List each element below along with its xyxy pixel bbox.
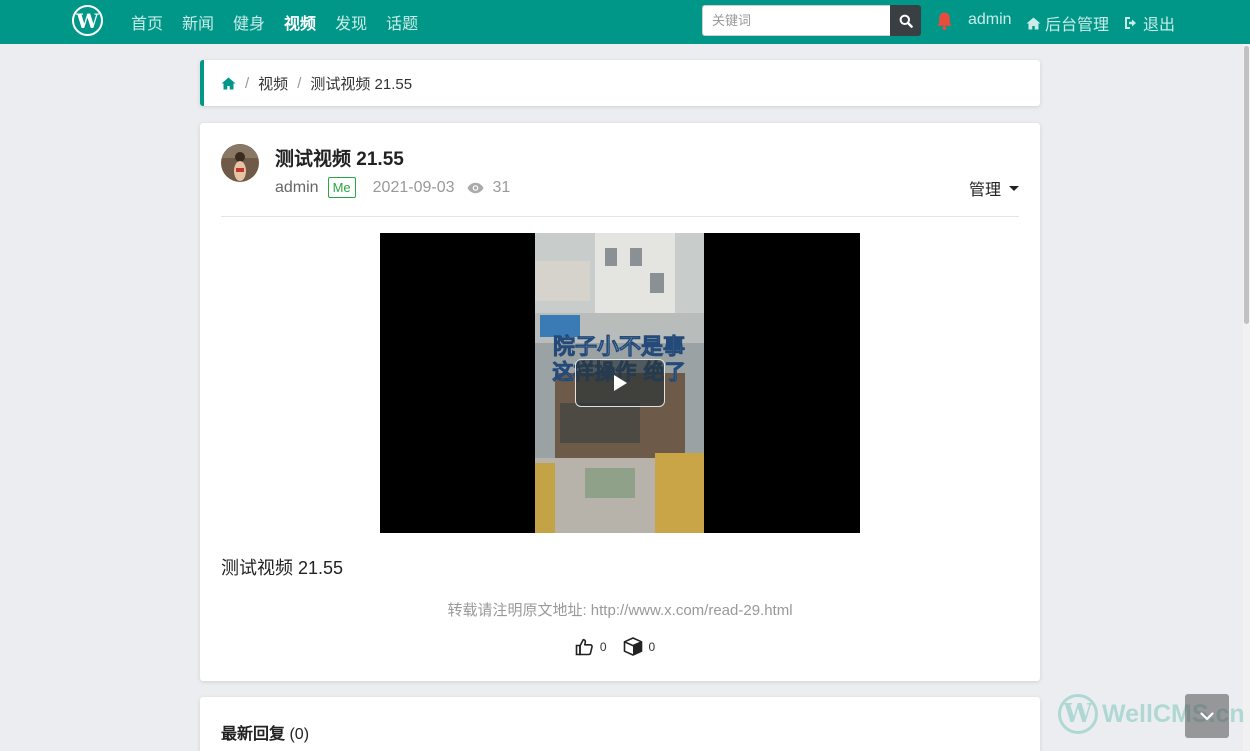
manage-dropdown[interactable]: 管理 — [969, 176, 1019, 200]
video-player[interactable]: 院子小不是事 这样操作 绝了 — [380, 233, 860, 533]
search-icon — [899, 14, 913, 28]
replies-title: 最新回复 (0) — [221, 720, 309, 744]
play-button[interactable] — [575, 359, 665, 407]
favorite-count: 0 — [648, 639, 656, 654]
nav-link-home[interactable]: 首页 — [131, 10, 163, 34]
post-author[interactable]: admin — [275, 179, 319, 197]
play-icon — [614, 375, 627, 391]
bell-icon[interactable] — [936, 11, 953, 31]
breadcrumb-separator: / — [245, 74, 250, 92]
post-card: 测试视频 21.55 admin Me 2021-09-03 31 管理 院子小… — [200, 123, 1040, 681]
admin-panel-label: 后台管理 — [1045, 17, 1110, 34]
video-caption-line1: 院子小不是事 — [553, 334, 685, 360]
breadcrumb-separator: / — [297, 74, 302, 92]
home-icon — [1026, 17, 1041, 29]
logout-label: 退出 — [1143, 17, 1176, 34]
breadcrumb-item-current: 测试视频 21.55 — [310, 75, 413, 93]
chevron-down-icon — [1200, 711, 1214, 720]
nav-username[interactable]: admin — [968, 11, 1012, 29]
breadcrumb-item-category[interactable]: 视频 — [258, 73, 288, 94]
notice-url-link[interactable]: http://www.x.com/read-29.html — [591, 602, 793, 619]
nav-link-discover[interactable]: 发现 — [335, 10, 367, 34]
caret-down-icon — [1009, 185, 1019, 191]
nav-link-topics[interactable]: 话题 — [386, 10, 418, 34]
admin-panel-link[interactable]: 后台管理 — [1026, 11, 1109, 35]
page-scrollbar[interactable] — [1243, 44, 1250, 751]
view-count: 31 — [492, 178, 511, 196]
post-actions: 0 0 — [200, 637, 1040, 656]
search-input[interactable] — [702, 5, 890, 36]
eye-icon — [467, 182, 484, 193]
repost-notice: 转载请注明原文地址: http://www.x.com/read-29.html — [200, 599, 1040, 620]
nav-link-news[interactable]: 新闻 — [182, 10, 214, 34]
nav-link-fitness[interactable]: 健身 — [233, 10, 265, 34]
me-badge: Me — [327, 177, 356, 198]
nav-links: 首页 新闻 健身 视频 发现 话题 — [131, 0, 418, 44]
thumbs-up-icon — [575, 638, 593, 655]
search-bar — [702, 5, 921, 36]
site-logo[interactable]: W — [72, 5, 103, 36]
avatar-image — [221, 144, 259, 182]
replies-count: (0) — [289, 726, 310, 743]
notice-prefix: 转载请注明原文地址: — [447, 602, 591, 619]
scrollbar-thumb[interactable] — [1244, 46, 1249, 324]
avatar[interactable] — [221, 144, 259, 182]
favorite-button[interactable] — [623, 637, 643, 656]
top-navbar: W 首页 新闻 健身 视频 发现 话题 admin 后台管理 退出 — [0, 0, 1250, 44]
manage-label: 管理 — [968, 182, 1001, 199]
like-count: 0 — [599, 639, 607, 654]
nav-link-video[interactable]: 视频 — [284, 10, 316, 34]
post-date: 2021-09-03 — [372, 178, 455, 196]
like-button[interactable] — [575, 638, 594, 656]
divider — [221, 216, 1019, 217]
home-icon[interactable] — [221, 77, 236, 90]
post-meta: admin Me 2021-09-03 31 — [275, 177, 510, 198]
sign-out-icon — [1125, 17, 1136, 29]
cube-icon — [623, 637, 642, 656]
post-title: 测试视频 21.55 — [275, 149, 404, 170]
post-body: 测试视频 21.55 — [221, 558, 344, 578]
replies-heading: 最新回复 — [221, 726, 286, 743]
search-button[interactable] — [890, 5, 921, 36]
back-to-top-button[interactable] — [1185, 694, 1229, 738]
replies-card: 最新回复 (0) — [200, 697, 1040, 751]
breadcrumb: / 视频 / 测试视频 21.55 — [200, 60, 1040, 106]
logout-link[interactable]: 退出 — [1124, 11, 1175, 35]
watermark-logo: W — [1058, 694, 1098, 734]
